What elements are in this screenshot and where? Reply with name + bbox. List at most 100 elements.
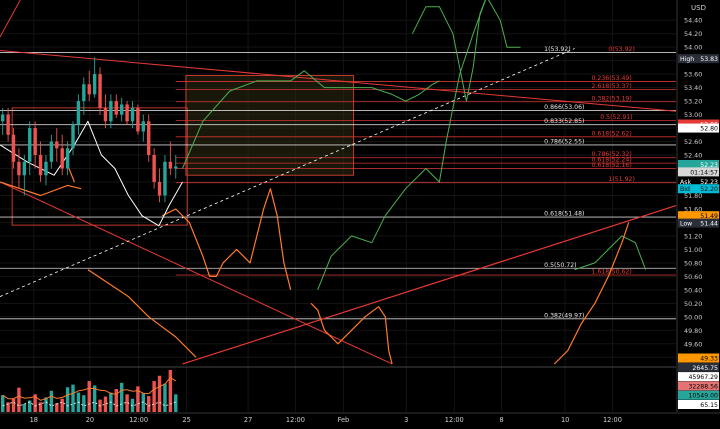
- price-tag-value: 52.80: [700, 126, 718, 133]
- price-tick-label: 52.40: [684, 152, 702, 160]
- candle-body: [17, 161, 21, 176]
- volume-bar: [147, 396, 151, 412]
- time-tick-label: 27: [244, 416, 252, 424]
- price-axis[interactable]: 54.4054.2054.0053.8053.6053.4053.2053.00…: [676, 0, 720, 425]
- volume-bar: [87, 381, 91, 412]
- volume-bar: [49, 390, 54, 412]
- fib-level-label: 0.866(53.06): [544, 104, 584, 111]
- time-tick-label: 12:00: [445, 416, 464, 424]
- candle-body: [71, 124, 75, 149]
- fib-level-label: 0.236(53.49): [592, 75, 632, 82]
- time-tick-label: 8: [499, 416, 503, 424]
- fib-level-label: 0.618(52.62): [592, 130, 632, 137]
- price-tick-label: 53.60: [684, 71, 702, 79]
- price-tag-label: Low: [680, 221, 692, 228]
- volume-bar: [17, 387, 21, 412]
- volume-bar: [103, 396, 108, 412]
- candle-body: [174, 166, 178, 169]
- volume-bar: [1, 395, 5, 412]
- price-tick-label: 50.40: [684, 286, 702, 294]
- price-tick-label: 54.20: [684, 30, 702, 38]
- fib-level-label: 0.382(49.97): [544, 312, 584, 319]
- volume-bar: [60, 398, 64, 412]
- fib-level-label: 1(53.92): [544, 46, 570, 53]
- time-tick-label: 12:00: [129, 416, 148, 424]
- price-tick-label: 53.20: [684, 98, 702, 106]
- time-tick-label: 20: [86, 416, 94, 424]
- volume-bar: [65, 387, 70, 412]
- candle-body: [22, 161, 27, 176]
- candle-body: [130, 107, 135, 122]
- volume-bar: [114, 389, 118, 412]
- time-tick-label: 25: [182, 416, 190, 424]
- candle-body: [38, 155, 43, 176]
- fib-level-label: 0.5(50.72): [544, 262, 576, 269]
- price-tick-label: 51.00: [684, 246, 702, 254]
- price-tick-label: 50.00: [684, 313, 702, 321]
- candle-body: [157, 181, 162, 196]
- fib-level-label: 2.618(53.37): [592, 83, 632, 90]
- fib-level-label: 0.833(52.85): [544, 118, 584, 125]
- candle-body: [28, 128, 32, 162]
- fib-level-label: 0.5(52.91): [600, 114, 632, 121]
- volume-bar: [11, 398, 16, 412]
- indicator-tag-value: 32288.56: [688, 383, 718, 390]
- price-tick-label: 49.80: [684, 327, 702, 335]
- time-tick-label: 10: [561, 416, 569, 424]
- price-tick-label: 53.40: [684, 84, 702, 92]
- price-tag-label: Bid: [680, 186, 690, 193]
- candle-body: [103, 107, 108, 122]
- volume-bar: [152, 381, 156, 412]
- indicator-tag-value: 65.15: [700, 402, 718, 409]
- candle-body: [119, 104, 124, 115]
- chart-root: 1(53.92) 0(53.92) 0.236(53.49) 2.618(53.37)…: [0, 0, 720, 425]
- volume-bar: [168, 370, 173, 412]
- candle-body: [49, 141, 54, 162]
- volume-bar: [55, 403, 59, 412]
- candle-body: [87, 84, 91, 95]
- candle-body: [147, 121, 151, 156]
- indicator-tag-value: 49.33: [700, 356, 718, 363]
- currency-label: USD: [691, 4, 706, 12]
- price-tick-label: 52.60: [684, 138, 702, 146]
- volume-bar: [174, 394, 178, 412]
- price-tick-label: 50.60: [684, 273, 702, 281]
- fib-level-label: 0.382(53.19): [592, 95, 632, 102]
- candle-body: [82, 84, 86, 102]
- candle-body: [6, 114, 10, 135]
- candle-body: [55, 141, 59, 149]
- fib-level-label: 0.618(52.16): [592, 162, 632, 169]
- volume-bar: [44, 397, 48, 412]
- fib-level-label: 0.618(51.48): [544, 211, 584, 218]
- price-tick-label: 50.20: [684, 300, 702, 308]
- fib-level-label: 0.786(52.55): [544, 138, 584, 145]
- volume-bar: [119, 382, 124, 412]
- fib-level-label: 1(51.92): [608, 176, 634, 183]
- time-tick-label: Feb: [338, 416, 350, 424]
- price-tick-label: 54.40: [684, 17, 702, 25]
- price-chart[interactable]: 1(53.92) 0(53.92) 0.236(53.49)2.618(53.37)…: [0, 0, 720, 425]
- price-tick-label: 49.60: [684, 340, 702, 348]
- price-tick-label: 50.80: [684, 259, 702, 267]
- time-tick-label: 12:00: [286, 416, 305, 424]
- time-tick-label: 3: [404, 416, 408, 424]
- candle-body: [125, 104, 129, 122]
- indicator-tag-value: 10549.00: [688, 393, 718, 400]
- price-tick-label: 54.00: [684, 44, 702, 52]
- price-tag-value: 53.83: [700, 56, 718, 63]
- candle-body: [1, 114, 5, 122]
- indicator-tag-value: 2645.75: [692, 365, 718, 372]
- candle-body: [109, 101, 113, 122]
- candle-body: [152, 155, 156, 182]
- candle-body: [11, 134, 16, 162]
- candle-body: [44, 161, 48, 176]
- price-tag-label: High: [680, 56, 694, 63]
- volume-bar: [71, 384, 75, 412]
- target-box: [185, 74, 355, 176]
- candle-body: [141, 121, 146, 132]
- candle-body: [163, 161, 167, 196]
- volume-bar: [22, 404, 27, 412]
- time-axis[interactable]: 18 20 12:00 25 27 12:00 Feb 3 12:00 8 10 12:00: [0, 412, 720, 425]
- volume-bar: [163, 383, 167, 412]
- candle-body: [92, 74, 97, 95]
